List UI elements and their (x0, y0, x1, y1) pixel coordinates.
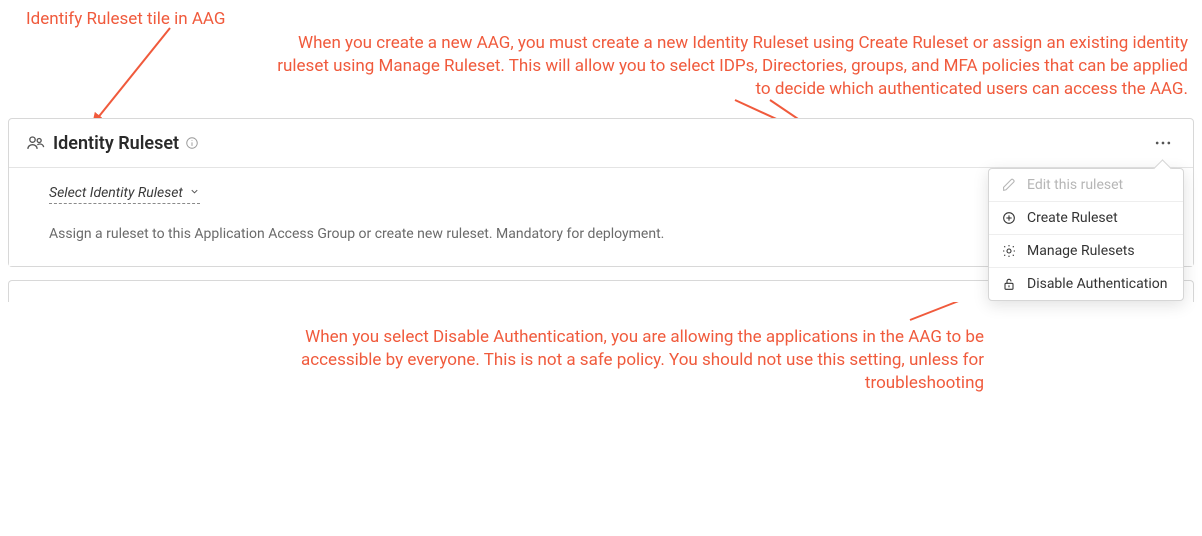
chevron-down-icon (189, 185, 200, 201)
menu-item-create-ruleset[interactable]: Create Ruleset (989, 201, 1183, 234)
panel-title: Identity Ruleset (53, 133, 179, 154)
annotation-top-right: When you create a new AAG, you must crea… (270, 32, 1188, 101)
info-icon[interactable] (185, 136, 199, 150)
menu-item-disable-authentication[interactable]: Disable Authentication (989, 267, 1183, 300)
plus-circle-icon (1001, 210, 1017, 226)
gear-icon (1001, 243, 1017, 259)
panel-header: Identity Ruleset (9, 119, 1193, 168)
select-ruleset-label: Select Identity Ruleset (49, 185, 183, 201)
actions-menu: Edit this ruleset Create Ruleset Manage … (988, 168, 1184, 301)
annotation-top-left: Identify Ruleset tile in AAG (26, 8, 226, 31)
select-identity-ruleset-dropdown[interactable]: Select Identity Ruleset (49, 185, 200, 204)
pencil-icon (1001, 177, 1017, 193)
menu-item-edit-ruleset: Edit this ruleset (989, 169, 1183, 201)
more-menu-button[interactable] (1149, 131, 1177, 155)
annotation-bottom: When you select Disable Authentication, … (238, 326, 984, 395)
menu-item-label: Disable Authentication (1027, 276, 1167, 292)
menu-item-label: Manage Rulesets (1027, 243, 1135, 259)
menu-item-label: Edit this ruleset (1027, 177, 1123, 193)
menu-item-manage-rulesets[interactable]: Manage Rulesets (989, 234, 1183, 267)
menu-item-label: Create Ruleset (1027, 210, 1118, 226)
unlock-icon (1001, 276, 1017, 292)
people-icon (25, 133, 45, 153)
